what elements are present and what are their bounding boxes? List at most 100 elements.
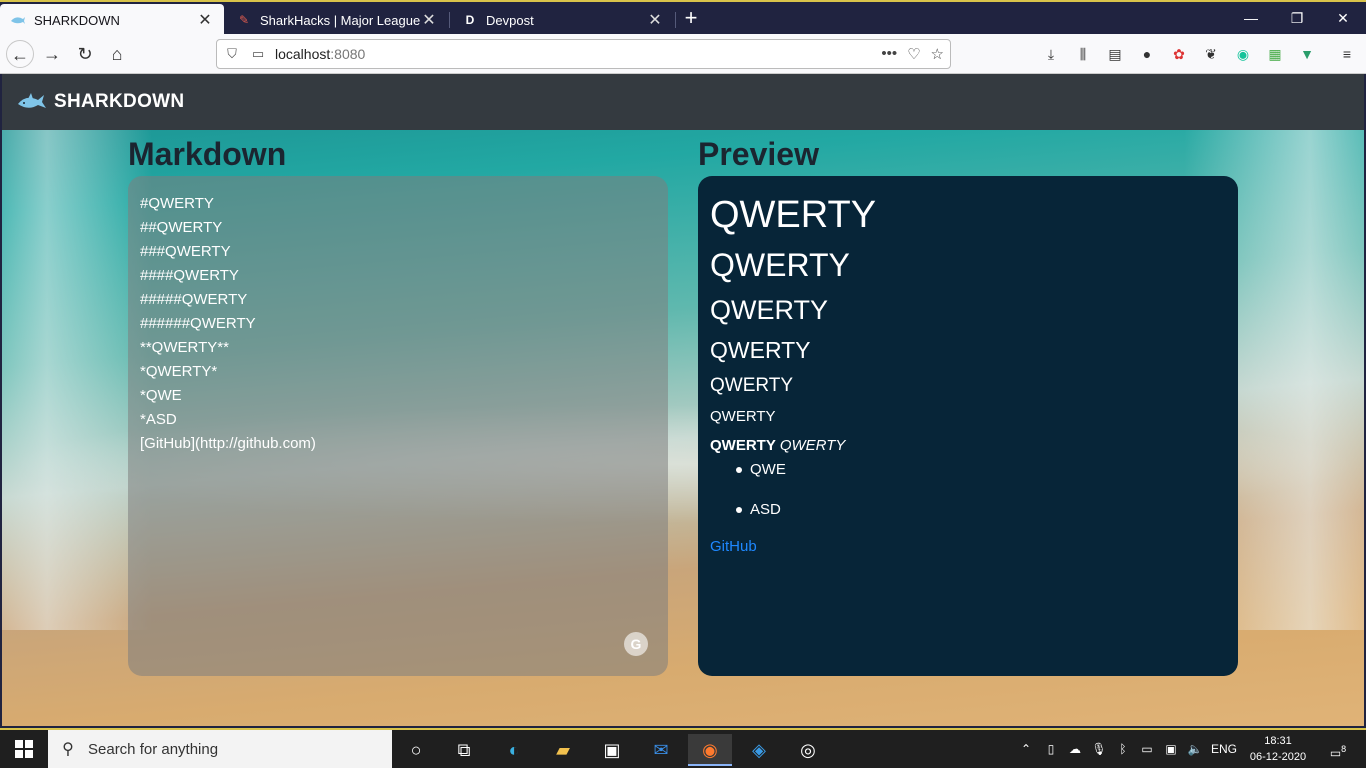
close-tab-icon[interactable]: ✕ [196,10,214,30]
show-hidden-icons-icon[interactable]: ⌃ [1016,730,1036,768]
github-link[interactable]: GitHub [710,538,757,555]
restore-button[interactable]: ❐ [1274,4,1320,34]
windows-taskbar: ⚲ Search for anything ○ ⧉ ◐ ▰ ▣ ✉ ◉ ◈ ◎ … [0,728,1366,768]
vscode-icon[interactable]: ◈ [737,734,781,766]
grammarly-extension-icon[interactable]: ◉ [1232,44,1254,64]
taskbar-search[interactable]: ⚲ Search for anything [48,730,392,768]
paw-extension-icon[interactable]: ❦ [1200,44,1222,64]
network-icon[interactable]: ▣ [1160,730,1182,768]
language-indicator[interactable]: ENG [1208,730,1240,768]
tab-divider [449,12,450,28]
onedrive-icon[interactable]: ☁ [1064,730,1086,768]
markdown-line: ####QWERTY [140,267,239,284]
devpost-favicon-icon: D [465,13,475,27]
address-bar[interactable]: ⛉ ▭ localhost:8080 ••• ♡ ☆ [216,39,951,69]
close-tab-icon[interactable]: ✕ [646,10,664,30]
minimize-button[interactable]: — [1228,4,1274,34]
markdown-title: Markdown [128,136,287,172]
list-item: QWE [736,458,1226,482]
mail-icon[interactable]: ✉ [639,734,683,766]
edge-icon[interactable]: ◐ [492,734,536,766]
list-item-label: ASD [750,501,781,518]
forward-button[interactable]: → [38,40,66,68]
markdown-line: #QWERTY [140,195,214,212]
list-item-label: QWE [750,461,786,478]
sharkhacks-favicon-icon: ✎ [238,13,250,27]
tiles-extension-icon[interactable]: ▦ [1264,44,1286,64]
tab-label: Devpost [486,12,534,28]
pocket-icon[interactable]: ♡ [907,45,920,63]
color-picker-extension-icon[interactable]: ✿ [1168,44,1190,64]
markdown-line: ###QWERTY [140,243,231,260]
start-button[interactable] [0,730,48,768]
task-view-icon[interactable]: ⧉ [442,734,486,766]
url-host: localhost [275,46,331,62]
preview-h1: QWERTY [710,194,877,236]
new-tab-button[interactable]: + [680,6,702,32]
microphone-icon[interactable]: 🎙 [1088,730,1110,768]
shark-favicon-icon [10,12,26,28]
preview-h3: QWERTY [710,295,829,325]
shark-logo-icon [18,93,46,108]
list-item: ASD [736,498,1226,522]
back-button[interactable]: ← [6,40,34,68]
account-icon[interactable]: ● [1136,44,1158,64]
shield-icon[interactable]: ⛉ [221,46,243,62]
volume-icon[interactable]: 🔈 [1184,730,1206,768]
menu-icon[interactable]: ≡ [1336,44,1358,64]
file-explorer-icon[interactable]: ▰ [541,734,585,766]
preview-paragraph: QWERTY QWERTY [710,434,1226,458]
markdown-editor[interactable]: #QWERTY ##QWERTY ###QWERTY ####QWERTY ##… [128,176,668,676]
browser-nav-bar: ← → ↻ ⌂ ⛉ ▭ localhost:8080 ••• ♡ ☆ ⤓ ⫼ ▤… [0,34,1366,74]
tab-sharkdown[interactable]: SHARKDOWN ✕ [0,4,224,36]
bullet-icon [736,467,742,473]
home-button[interactable]: ⌂ [103,40,131,68]
meet-now-icon[interactable]: ▯ [1040,730,1062,768]
battery-icon[interactable]: ▭ [1136,730,1158,768]
obs-icon[interactable]: ◎ [786,734,830,766]
notifications-icon[interactable]: ▭8 [1318,730,1358,768]
preview-title: Preview [698,136,819,172]
app-brand[interactable]: SHARKDOWN [54,91,184,113]
url-port: :8080 [330,46,366,62]
bookmark-star-icon[interactable]: ☆ [931,45,944,63]
page-info-icon[interactable]: ▭ [247,46,269,62]
markdown-line: *ASD [140,411,177,428]
library-icon[interactable]: ⫼ [1072,44,1094,64]
bullet-icon [736,507,742,513]
browser-tab-bar: SHARKDOWN ✕ ✎ SharkHacks | Major League … [0,0,1366,36]
app-body: SHARKDOWN Markdown Preview #QWERTY ##QWE… [2,74,1364,726]
search-icon: ⚲ [62,741,74,758]
notification-count: 8 [1341,744,1347,754]
tab-sharkhacks[interactable]: ✎ SharkHacks | Major League Hac ✕ [226,4,448,36]
preview-italic: QWERTY [779,437,846,454]
page-actions-icon[interactable]: ••• [881,45,897,63]
preview-panel: QWERTY QWERTY QWERTY QWERTY QWERTY QWERT… [698,176,1238,676]
close-window-button[interactable]: ✕ [1320,4,1366,34]
markdown-line: #####QWERTY [140,291,248,308]
markdown-line: ######QWERTY [140,315,256,332]
downloads-icon[interactable]: ⤓ [1040,44,1062,64]
preview-h4: QWERTY [710,337,811,363]
reload-button[interactable]: ↻ [71,40,99,68]
store-icon[interactable]: ▣ [590,734,634,766]
clock[interactable]: 18:31 06-12-2020 [1244,733,1312,765]
tab-label: SharkHacks | Major League Hac [260,12,420,28]
windows-logo-icon [15,740,33,758]
bluetooth-icon[interactable]: ᛒ [1112,730,1134,768]
markdown-line: *QWERTY* [140,363,218,380]
markdown-line: [GitHub](http://github.com) [140,435,316,452]
vue-devtools-icon[interactable]: ▼ [1296,44,1318,64]
close-tab-icon[interactable]: ✕ [420,10,438,30]
tab-devpost[interactable]: D Devpost ✕ [452,4,674,36]
tab-divider [675,12,676,28]
markdown-line: **QWERTY** [140,339,229,356]
cortana-icon[interactable]: ○ [394,734,438,766]
sidebar-icon[interactable]: ▤ [1104,44,1126,64]
tab-label: SHARKDOWN [34,12,120,28]
grammarly-icon[interactable]: G [624,632,648,656]
search-placeholder: Search for anything [88,740,219,758]
markdown-line: *QWE [140,387,182,404]
firefox-icon[interactable]: ◉ [688,734,732,766]
clock-time: 18:31 [1264,735,1292,747]
